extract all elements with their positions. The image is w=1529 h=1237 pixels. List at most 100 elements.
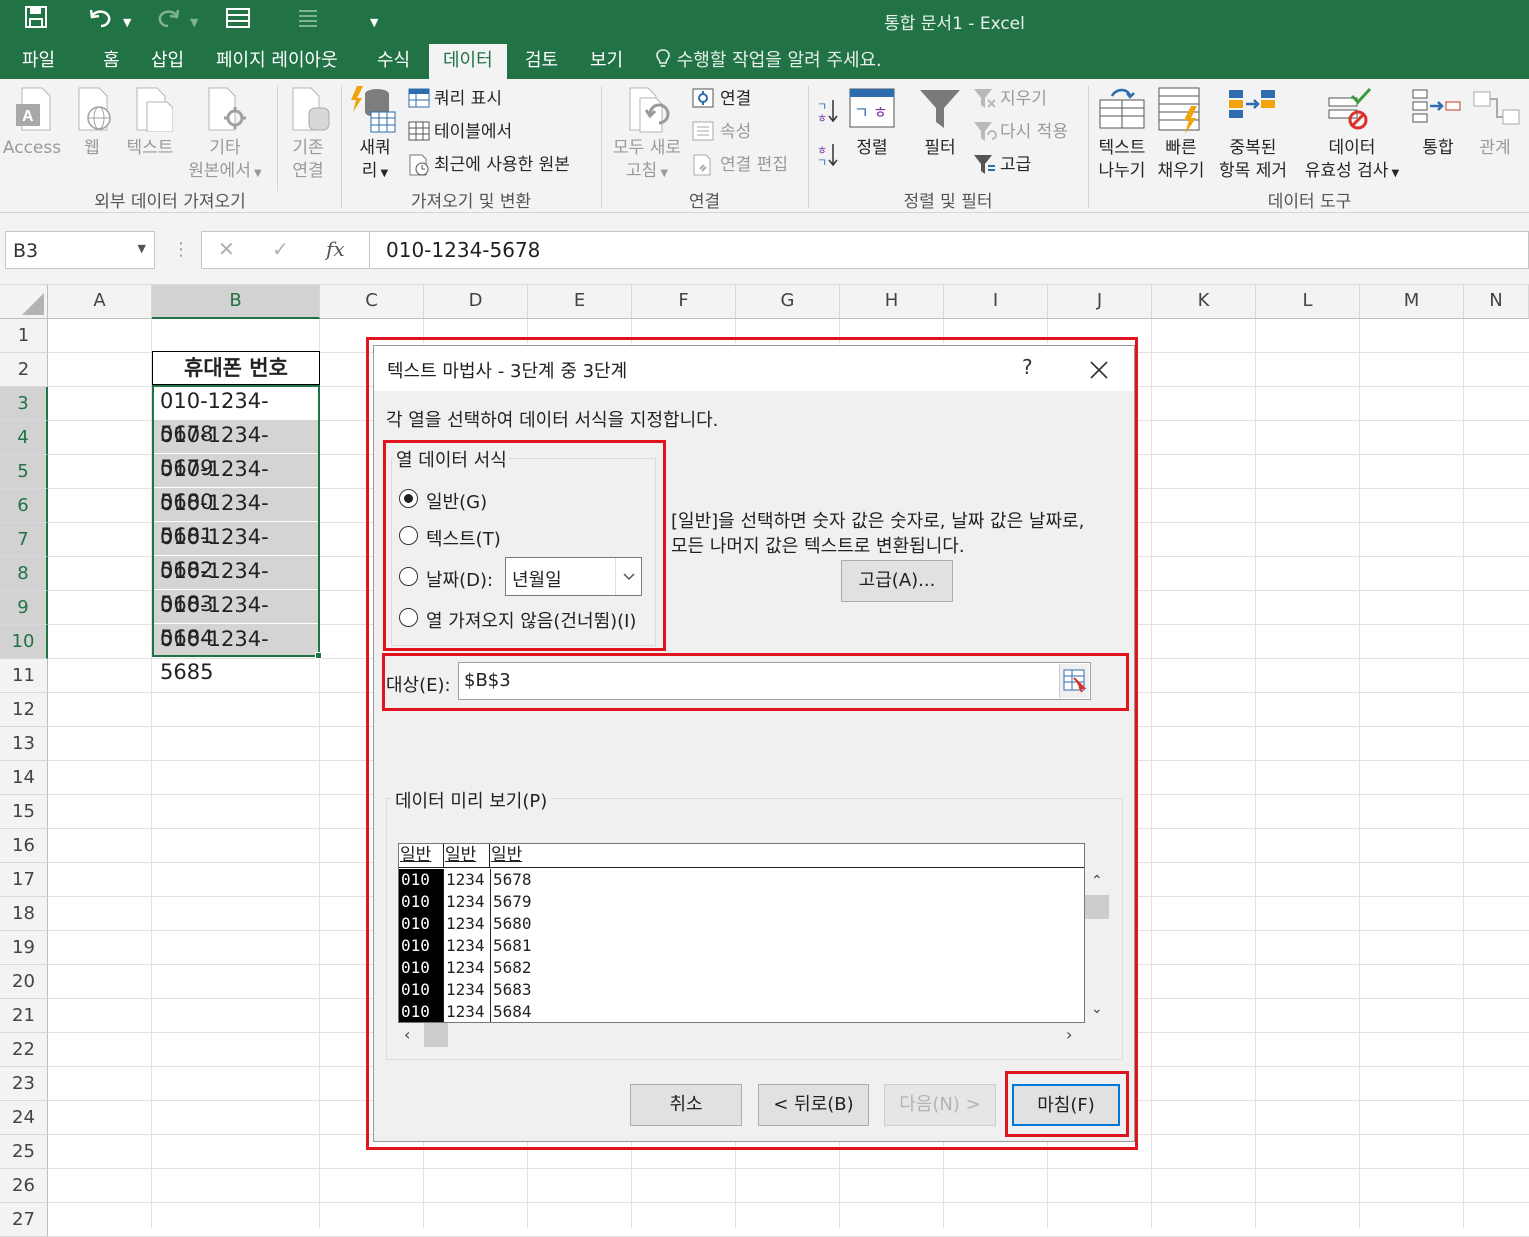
column-header[interactable]: M	[1360, 285, 1464, 319]
cancel-button[interactable]: 취소	[630, 1084, 742, 1126]
sort-descending-icon[interactable]: ㅎㄱ	[817, 142, 839, 172]
row-header[interactable]: 13	[0, 727, 48, 761]
connections-button[interactable]: 연결	[720, 88, 751, 110]
row-header[interactable]: 19	[0, 931, 48, 965]
name-box-dropdown-icon[interactable]: ▼	[138, 242, 146, 255]
consolidate-button[interactable]: 통합	[1410, 137, 1466, 160]
text-to-columns-button[interactable]: 텍스트 나누기	[1092, 137, 1152, 183]
scroll-thumb-horizontal[interactable]	[424, 1023, 448, 1047]
existing-connections-button[interactable]: 기존 연결	[281, 137, 335, 183]
phone-cell[interactable]: 010-1234-5685	[152, 623, 320, 689]
data-validation-button[interactable]: 데이터 유효성 검사 ▼	[1296, 137, 1408, 185]
from-access-button[interactable]: Access	[2, 137, 62, 160]
flash-fill-button[interactable]: 빠른 채우기	[1150, 137, 1212, 183]
advanced-options-button[interactable]: 고급(A)...	[841, 560, 953, 602]
row-header[interactable]: 22	[0, 1033, 48, 1067]
insert-function-icon[interactable]: fx	[326, 237, 345, 261]
confirm-entry-icon[interactable]: ✓	[272, 237, 289, 261]
formula-input[interactable]: 010-1234-5678	[369, 231, 1529, 269]
row-header[interactable]: 27	[0, 1203, 48, 1237]
grid-line	[1359, 319, 1360, 1228]
select-all-corner[interactable]	[0, 285, 48, 319]
row-header[interactable]: 2	[0, 353, 48, 387]
row-header[interactable]: 16	[0, 829, 48, 863]
column-header[interactable]: C	[320, 285, 424, 319]
row-header[interactable]: 25	[0, 1135, 48, 1169]
column-header[interactable]: I	[944, 285, 1048, 319]
from-text-button[interactable]: 텍스트	[118, 137, 182, 160]
row-header[interactable]: 5	[0, 455, 48, 489]
column-header[interactable]: G	[736, 285, 840, 319]
tell-me-box[interactable]: 수행할 작업을 알려 주세요.	[655, 48, 882, 73]
row-header[interactable]: 15	[0, 795, 48, 829]
sort-button[interactable]: 정렬	[849, 137, 895, 160]
row-header[interactable]: 6	[0, 489, 48, 523]
tab-review[interactable]: 검토	[525, 48, 558, 79]
row-header[interactable]: 21	[0, 999, 48, 1033]
row-header[interactable]: 18	[0, 897, 48, 931]
remove-duplicates-button[interactable]: 중복된 항목 제거	[1212, 137, 1294, 183]
column-header[interactable]: F	[632, 285, 736, 319]
column-header[interactable]: E	[528, 285, 632, 319]
column-header[interactable]: B	[152, 285, 320, 319]
row-header[interactable]: 17	[0, 863, 48, 897]
cancel-entry-icon[interactable]: ✕	[218, 237, 235, 261]
help-button[interactable]: ?	[1022, 355, 1033, 379]
row-header[interactable]: 12	[0, 693, 48, 727]
row-header[interactable]: 11	[0, 659, 48, 693]
column-header[interactable]: J	[1048, 285, 1152, 319]
preview-horizontal-scrollbar[interactable]: ‹ ›	[398, 1023, 1085, 1047]
scroll-right-icon[interactable]: ›	[1066, 1025, 1072, 1044]
recent-sources-button[interactable]: 최근에 사용한 원본	[434, 154, 570, 176]
preview-col-header[interactable]: 일반	[445, 844, 490, 868]
row-header[interactable]: 23	[0, 1067, 48, 1101]
name-box[interactable]: B3 ▼	[5, 231, 155, 269]
preview-col-header[interactable]: 일반	[491, 844, 1084, 868]
row-header[interactable]: 20	[0, 965, 48, 999]
scroll-thumb[interactable]	[1085, 895, 1109, 919]
tab-insert[interactable]: 삽입	[151, 48, 184, 79]
scroll-left-icon[interactable]: ‹	[404, 1025, 410, 1044]
row-header[interactable]: 26	[0, 1169, 48, 1203]
show-queries-button[interactable]: 쿼리 표시	[434, 88, 502, 110]
from-web-button[interactable]: 웹	[72, 137, 112, 160]
cell-header-phone[interactable]: 휴대폰 번호	[152, 351, 320, 385]
tab-data[interactable]: 데이터	[429, 44, 507, 79]
row-header[interactable]: 24	[0, 1101, 48, 1135]
from-table-button[interactable]: 테이블에서	[434, 121, 512, 143]
row-header[interactable]: 10	[0, 625, 48, 659]
row-header[interactable]: 4	[0, 421, 48, 455]
scroll-down-icon[interactable]: ⌄	[1091, 1001, 1103, 1017]
column-header[interactable]: N	[1464, 285, 1529, 319]
tab-home[interactable]: 홈	[103, 48, 120, 79]
sort-ascending-icon[interactable]: ㄱㅎ	[817, 98, 839, 128]
row-header[interactable]: 3	[0, 387, 48, 421]
fill-handle[interactable]	[315, 652, 322, 659]
scroll-up-icon[interactable]: ⌃	[1091, 873, 1103, 889]
tab-view[interactable]: 보기	[590, 48, 623, 79]
column-header[interactable]: K	[1152, 285, 1256, 319]
row-header[interactable]: 8	[0, 557, 48, 591]
row-header[interactable]: 1	[0, 319, 48, 353]
column-header[interactable]: D	[424, 285, 528, 319]
data-preview[interactable]: 일반 일반 일반 010 1234 5678 010 1234 5679 010 1234 56…	[398, 843, 1085, 1023]
row-header[interactable]: 9	[0, 591, 48, 625]
tab-file[interactable]: 파일	[22, 48, 55, 79]
close-button[interactable]	[1088, 351, 1110, 388]
new-query-button[interactable]: 새쿼 리 ▼	[351, 137, 399, 185]
column-header[interactable]: L	[1256, 285, 1360, 319]
column-header[interactable]: A	[48, 285, 152, 319]
preview-vertical-scrollbar[interactable]: ⌃ ⌄	[1085, 867, 1109, 1023]
row-header[interactable]: 14	[0, 761, 48, 795]
filter-button[interactable]: 필터	[916, 137, 964, 160]
preview-col-header[interactable]: 일반	[400, 844, 444, 868]
from-other-sources-button[interactable]: 기타 원본에서 ▼	[180, 137, 270, 185]
tab-formulas[interactable]: 수식	[377, 48, 410, 79]
back-button[interactable]: < 뒤로(B)	[758, 1084, 869, 1126]
refresh-all-button[interactable]: 모두 새로 고침 ▼	[606, 137, 688, 185]
format-note-line2: 모든 나머지 값은 텍스트로 변환됩니다.	[671, 536, 965, 557]
column-header[interactable]: H	[840, 285, 944, 319]
advanced-button[interactable]: 고급	[1000, 154, 1031, 176]
row-header[interactable]: 7	[0, 523, 48, 557]
tab-page-layout[interactable]: 페이지 레이아웃	[216, 48, 338, 79]
